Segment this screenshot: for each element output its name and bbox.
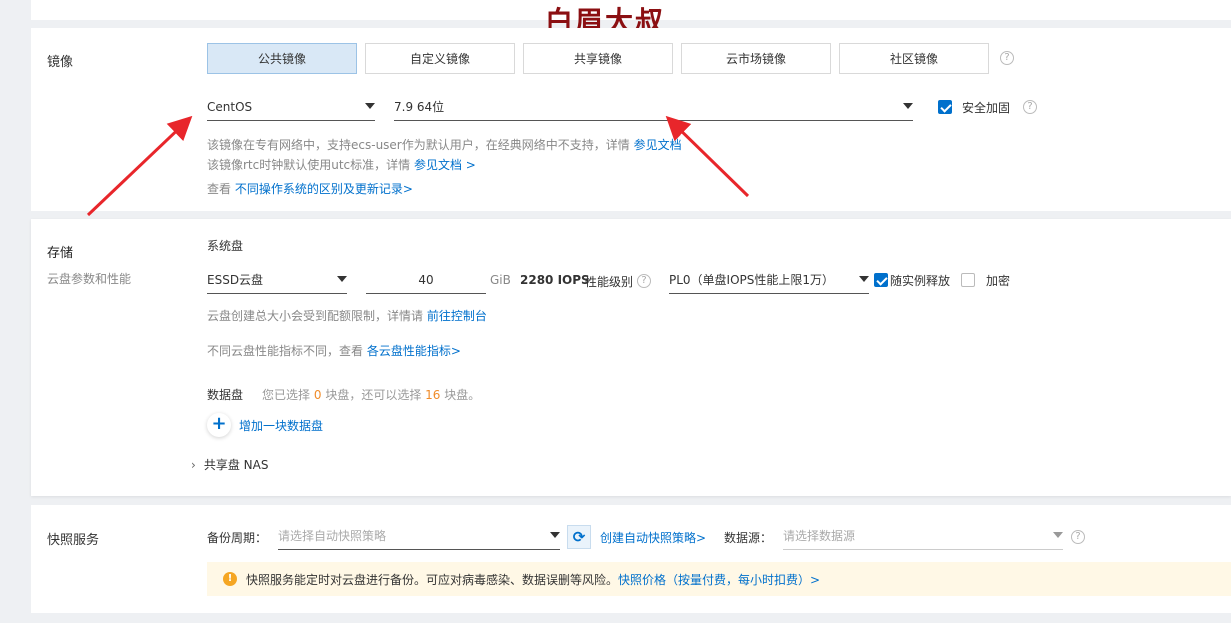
- disk-iops: 2280 IOPS: [520, 273, 590, 287]
- release-with-instance-checkbox[interactable]: [874, 273, 888, 287]
- refresh-button[interactable]: ⟳: [567, 525, 591, 549]
- backup-period-label: 备份周期：: [207, 531, 268, 545]
- snapshot-price-link[interactable]: 快照价格（按量付费，每小时扣费）>: [618, 571, 820, 588]
- disk-type-value: ESSD云盘: [207, 273, 264, 287]
- release-with-instance-label: 随实例释放: [890, 274, 951, 288]
- tab-public-image[interactable]: 公共镜像: [207, 43, 357, 74]
- system-disk-label: 系统盘: [207, 239, 244, 253]
- question-icon[interactable]: ?: [1071, 530, 1085, 544]
- encrypt-label: 加密: [986, 274, 1011, 288]
- os-diff-link[interactable]: 不同操作系统的区别及更新记录>: [235, 182, 413, 196]
- disk-type-select[interactable]: ESSD云盘: [207, 266, 347, 294]
- storage-quota-note: 云盘创建总大小会受到配额限制，详情请 前往控制台: [207, 309, 487, 323]
- snapshot-notice-text: 快照服务能定时对云盘进行备份。可应对病毒感染、数据误删等风险。: [246, 572, 619, 587]
- data-disk-selected-count: 0: [313, 388, 322, 402]
- caret-down-icon: [903, 103, 913, 109]
- caret-down-icon: [1053, 532, 1063, 538]
- disk-size-value: 40: [418, 272, 434, 287]
- storage-section-label: 存储: [47, 246, 74, 261]
- add-data-disk-button[interactable]: + 增加一块数据盘: [207, 413, 323, 437]
- perf-level-label: 性能级别: [585, 275, 634, 289]
- disk-size-input[interactable]: 40: [366, 266, 486, 294]
- snapshot-policy-select[interactable]: 请选择自动快照策略: [278, 522, 560, 550]
- tab-community-image[interactable]: 社区镜像: [839, 43, 989, 74]
- snapshot-section-label: 快照服务: [47, 533, 100, 548]
- snapshot-policy-placeholder: 请选择自动快照策略: [278, 529, 387, 543]
- question-icon[interactable]: ?: [1000, 51, 1014, 65]
- data-disk-remaining-count: 16: [425, 388, 441, 402]
- tab-shared-image[interactable]: 共享镜像: [523, 43, 673, 74]
- add-data-disk-label: 增加一块数据盘: [239, 418, 324, 433]
- question-icon[interactable]: ?: [1023, 100, 1037, 114]
- security-hardening-label: 安全加固: [962, 101, 1011, 115]
- disk-size-unit: GiB: [490, 273, 511, 287]
- console-link[interactable]: 前往控制台: [427, 309, 487, 323]
- nas-label: 共享盘 NAS: [203, 458, 269, 472]
- caret-down-icon: [365, 103, 375, 109]
- encrypt-checkbox[interactable]: [961, 273, 975, 287]
- image-doc-link-2[interactable]: 参见文档 >: [414, 158, 476, 172]
- image-doc-link-1[interactable]: 参见文档: [634, 138, 682, 152]
- create-snapshot-policy-link[interactable]: 创建自动快照策略>: [600, 529, 706, 546]
- chevron-right-icon: ›: [191, 457, 196, 472]
- caret-down-icon: [337, 276, 347, 282]
- data-source-label: 数据源：: [724, 531, 773, 545]
- perf-level-value: PL0（单盘IOPS性能上限1万）: [669, 273, 835, 287]
- caret-down-icon: [859, 276, 869, 282]
- image-note-os-diff: 查看 不同操作系统的区别及更新记录>: [207, 182, 413, 196]
- perf-level-select[interactable]: PL0（单盘IOPS性能上限1万）: [669, 266, 869, 294]
- caret-down-icon: [550, 532, 560, 538]
- nas-toggle[interactable]: › 共享盘 NAS: [191, 456, 268, 473]
- storage-perf-note: 不同云盘性能指标不同，查看 各云盘性能指标>: [207, 344, 461, 358]
- warning-icon: !: [223, 572, 237, 586]
- image-note-rtc: 该镜像rtc时钟默认使用utc标准，详情 参见文档 >: [207, 158, 476, 172]
- data-source-placeholder: 请选择数据源: [783, 529, 856, 543]
- disk-perf-link[interactable]: 各云盘性能指标>: [367, 344, 461, 358]
- storage-section-sublabel: 云盘参数和性能: [47, 272, 132, 286]
- image-note-ecs-user: 该镜像在专有网络中，支持ecs-user作为默认用户，在经典网络中不支持，详情 …: [207, 138, 682, 152]
- version-select[interactable]: 7.9 64位: [394, 93, 913, 121]
- security-hardening-checkbox[interactable]: [938, 100, 952, 114]
- plus-icon: +: [207, 413, 231, 437]
- data-disk-label: 数据盘: [207, 388, 244, 402]
- tab-marketplace-image[interactable]: 云市场镜像: [681, 43, 831, 74]
- tab-custom-image[interactable]: 自定义镜像: [365, 43, 515, 74]
- snapshot-notice: ! 快照服务能定时对云盘进行备份。可应对病毒感染、数据误删等风险。 快照价格（按…: [207, 562, 1231, 596]
- os-select-value: CentOS: [207, 99, 253, 114]
- image-section-label: 镜像: [47, 55, 74, 70]
- data-disk-count-text: 您已选择 0 块盘，还可以选择 16 块盘。: [262, 388, 481, 402]
- version-select-value: 7.9 64位: [394, 100, 445, 114]
- data-source-select[interactable]: 请选择数据源: [783, 522, 1063, 550]
- os-select[interactable]: CentOS: [207, 93, 375, 121]
- refresh-icon: ⟳: [572, 527, 586, 546]
- question-icon[interactable]: ?: [637, 274, 651, 288]
